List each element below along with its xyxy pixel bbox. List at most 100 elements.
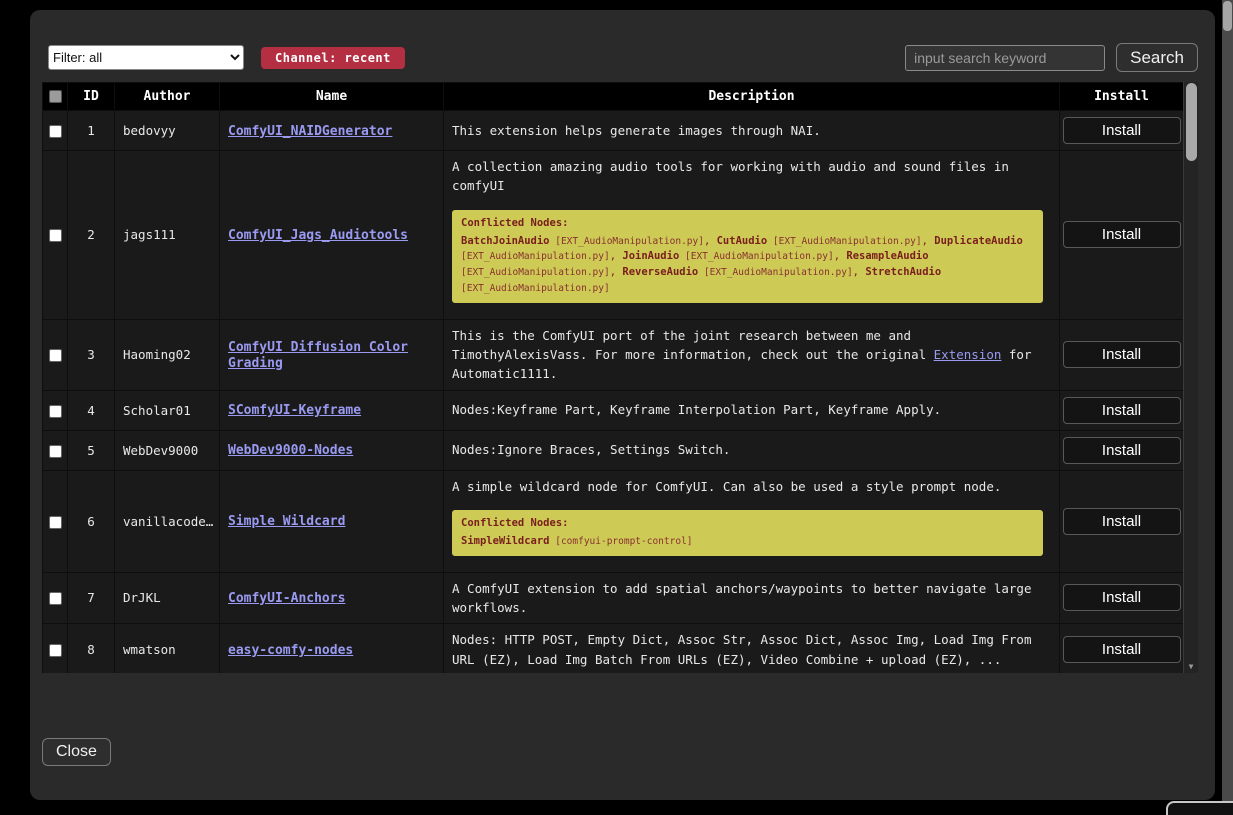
row-author: Scholar01 <box>115 390 220 430</box>
column-header-name: Name <box>220 83 444 111</box>
node-name-link[interactable]: ComfyUI_Jags_Audiotools <box>228 228 408 243</box>
install-button[interactable]: Install <box>1063 221 1181 248</box>
row-checkbox[interactable] <box>49 229 62 242</box>
row-install-cell: Install <box>1060 390 1184 430</box>
description-text: Nodes:Keyframe Part, Keyframe Interpolat… <box>452 400 1051 419</box>
install-button[interactable]: Install <box>1063 437 1181 464</box>
row-name-cell: SComfyUI-Keyframe <box>220 390 444 430</box>
row-id: 6 <box>68 470 115 572</box>
table-row: 7DrJKL ComfyUI-Anchors A ComfyUI extension… <box>43 572 1184 624</box>
scrollbar-down-arrow[interactable]: ▼ <box>1184 663 1198 671</box>
row-id: 8 <box>68 624 115 673</box>
conflict-warning-box: Conflicted Nodes:BatchJoinAudio [EXT_Aud… <box>452 210 1043 303</box>
description-text: A collection amazing audio tools for wor… <box>452 157 1051 196</box>
custom-nodes-dialog: Filter: all Channel: recent Search ID <box>30 10 1215 800</box>
row-description-cell: Nodes:Ignore Braces, Settings Switch. <box>444 430 1060 470</box>
row-checkbox[interactable] <box>49 349 62 362</box>
partial-bottom-right-button[interactable] <box>1166 801 1233 815</box>
conflict-node-name: ReverseAudio <box>622 266 698 278</box>
row-id: 3 <box>68 319 115 390</box>
description-link[interactable]: Extension <box>934 347 1002 362</box>
table-scrollbar-thumb[interactable] <box>1186 83 1197 161</box>
conflict-node-name: DuplicateAudio <box>934 235 1023 247</box>
conflict-node-ref: [EXT_AudioManipulation.py] <box>550 236 704 247</box>
description-segment: This extension helps generate images thr… <box>452 123 821 138</box>
row-id: 7 <box>68 572 115 624</box>
row-author: wmatson <box>115 624 220 673</box>
install-button[interactable]: Install <box>1063 117 1181 144</box>
row-name-cell: Simple Wildcard <box>220 470 444 572</box>
install-button[interactable]: Install <box>1063 341 1181 368</box>
row-install-cell: Install <box>1060 111 1184 151</box>
row-checkbox-cell <box>43 151 68 320</box>
conflict-title: Conflicted Nodes: <box>461 516 1034 532</box>
table-scrollbar[interactable]: ▼ <box>1183 82 1198 673</box>
row-checkbox[interactable] <box>49 516 62 529</box>
conflict-node-name: SimpleWildcard <box>461 535 550 547</box>
row-description-cell: Nodes:Keyframe Part, Keyframe Interpolat… <box>444 390 1060 430</box>
row-checkbox-cell <box>43 624 68 673</box>
description-segment: A collection amazing audio tools for wor… <box>452 159 1009 193</box>
row-checkbox-cell <box>43 111 68 151</box>
row-checkbox[interactable] <box>49 125 62 138</box>
select-all-cell <box>43 83 68 111</box>
node-name-link[interactable]: easy-comfy-nodes <box>228 643 353 658</box>
filter-dropdown[interactable]: Filter: all <box>48 45 244 70</box>
conflict-node-ref: [EXT_AudioManipulation.py] <box>767 236 921 247</box>
nodes-table: ID Author Name Description Install 1bedo… <box>42 82 1184 673</box>
row-id: 2 <box>68 151 115 320</box>
search-button[interactable]: Search <box>1116 43 1198 72</box>
row-checkbox-cell <box>43 470 68 572</box>
row-install-cell: Install <box>1060 151 1184 320</box>
node-name-link[interactable]: Simple Wildcard <box>228 514 345 529</box>
conflict-node-ref: [EXT_AudioManipulation.py] <box>461 267 610 278</box>
node-name-link[interactable]: ComfyUI_NAIDGenerator <box>228 124 392 139</box>
description-text: This extension helps generate images thr… <box>452 121 1051 140</box>
row-checkbox-cell <box>43 390 68 430</box>
row-checkbox[interactable] <box>49 445 62 458</box>
conflict-node-ref: [EXT_AudioManipulation.py] <box>679 251 833 262</box>
table-row: 4Scholar01 SComfyUI-Keyframe Nodes:Keyfram… <box>43 390 1184 430</box>
row-name-cell: easy-comfy-nodes <box>220 624 444 673</box>
search-input[interactable] <box>905 45 1105 71</box>
nodes-table-container: ID Author Name Description Install 1bedo… <box>42 82 1198 673</box>
row-id: 4 <box>68 390 115 430</box>
row-checkbox[interactable] <box>49 644 62 657</box>
node-name-link[interactable]: ComfyUI Diffusion Color Grading <box>228 340 408 371</box>
page-scrollbar-thumb[interactable] <box>1223 1 1232 31</box>
row-install-cell: Install <box>1060 319 1184 390</box>
row-name-cell: ComfyUI_NAIDGenerator <box>220 111 444 151</box>
description-segment: A ComfyUI extension to add spatial ancho… <box>452 581 1031 615</box>
description-text: Nodes: HTTP POST, Empty Dict, Assoc Str,… <box>452 630 1051 669</box>
description-text: A simple wildcard node for ComfyUI. Can … <box>452 477 1051 496</box>
page-scrollbar[interactable] <box>1222 0 1233 815</box>
select-all-checkbox[interactable] <box>49 90 62 103</box>
node-name-link[interactable]: ComfyUI-Anchors <box>228 591 345 606</box>
description-segment: This is the ComfyUI port of the joint re… <box>452 328 934 362</box>
row-checkbox-cell <box>43 572 68 624</box>
node-name-link[interactable]: WebDev9000-Nodes <box>228 443 353 458</box>
row-checkbox[interactable] <box>49 405 62 418</box>
table-row: 8wmatson easy-comfy-nodes Nodes: HTTP POST… <box>43 624 1184 673</box>
close-button[interactable]: Close <box>42 738 111 766</box>
table-row: 1bedovyyComfyUI_NAIDGeneratorThis extens… <box>43 111 1184 151</box>
description-segment: Nodes:Keyframe Part, Keyframe Interpolat… <box>452 402 941 417</box>
row-checkbox[interactable] <box>49 592 62 605</box>
row-description-cell: Nodes: HTTP POST, Empty Dict, Assoc Str,… <box>444 624 1060 673</box>
row-author: DrJKL <box>115 572 220 624</box>
column-header-description: Description <box>444 83 1060 111</box>
install-button[interactable]: Install <box>1063 584 1181 611</box>
column-header-install: Install <box>1060 83 1184 111</box>
install-button[interactable]: Install <box>1063 397 1181 424</box>
conflict-node-name: BatchJoinAudio <box>461 235 550 247</box>
install-button[interactable]: Install <box>1063 636 1181 663</box>
row-name-cell: WebDev9000-Nodes <box>220 430 444 470</box>
table-row: 5WebDev9000WebDev9000-NodesNodes:Ignore … <box>43 430 1184 470</box>
row-checkbox-cell <box>43 319 68 390</box>
node-name-link[interactable]: SComfyUI-Keyframe <box>228 403 361 418</box>
install-button[interactable]: Install <box>1063 508 1181 535</box>
row-description-cell: A ComfyUI extension to add spatial ancho… <box>444 572 1060 624</box>
conflict-items: SimpleWildcard [comfyui-prompt-control] <box>461 534 1034 550</box>
row-name-cell: ComfyUI-Anchors <box>220 572 444 624</box>
conflict-node-ref: [comfyui-prompt-control] <box>550 536 693 547</box>
